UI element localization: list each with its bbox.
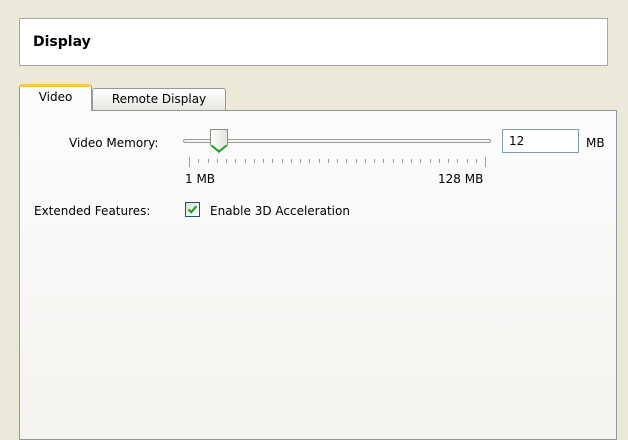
slider-max-label: 128 MB [438, 172, 484, 186]
check-mark-icon [187, 205, 198, 214]
video-memory-input[interactable] [502, 129, 579, 153]
section-title: Display [33, 34, 91, 50]
extended-features-label: Extended Features: [34, 204, 151, 218]
tab-video-label: Video [38, 90, 73, 104]
enable-3d-acceleration-checkbox[interactable] [185, 202, 200, 217]
tab-video[interactable]: Video [19, 84, 92, 111]
video-memory-slider-ticks [189, 157, 486, 167]
tab-remote-display[interactable]: Remote Display [92, 88, 226, 111]
section-header: Display [19, 18, 608, 66]
video-memory-slider-thumb[interactable] [208, 128, 230, 154]
video-memory-unit: MB [586, 136, 605, 150]
slider-min-label: 1 MB [185, 172, 216, 186]
video-memory-label: Video Memory: [69, 136, 159, 150]
enable-3d-acceleration-label[interactable]: Enable 3D Acceleration [210, 204, 350, 218]
tab-remote-display-label: Remote Display [111, 92, 207, 106]
